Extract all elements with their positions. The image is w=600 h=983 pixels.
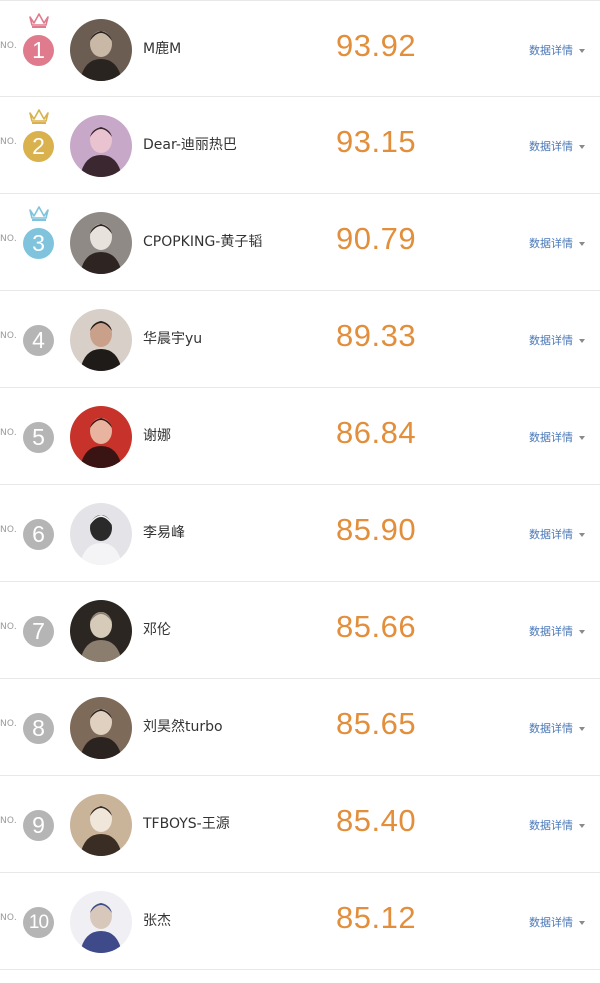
data-detail-label: 数据详情 <box>529 44 573 57</box>
caret-down-icon <box>579 727 585 731</box>
rank-prefix-label: NO. <box>0 428 17 438</box>
data-detail-label: 数据详情 <box>529 528 573 541</box>
caret-down-icon <box>579 436 585 440</box>
user-name[interactable]: 华晨宇yu <box>143 328 202 348</box>
rank-prefix-label: NO. <box>0 137 17 147</box>
caret-down-icon <box>579 630 585 634</box>
user-name[interactable]: 谢娜 <box>143 425 171 445</box>
data-detail-button[interactable]: 数据详情 <box>529 817 585 833</box>
data-detail-button[interactable]: 数据详情 <box>529 526 585 542</box>
ranking-row: NO. 5 谢娜 86.84 数据详情 <box>0 388 600 485</box>
avatar[interactable] <box>70 309 132 371</box>
ranking-row: NO. 3 CPOPKING-黄子韬 90.79 数据详情 <box>0 194 600 291</box>
rank-badge: 10 <box>23 907 54 938</box>
score-value: 85.66 <box>336 609 417 644</box>
rank-prefix-label: NO. <box>0 41 17 51</box>
user-name[interactable]: 刘昊然turbo <box>143 716 223 736</box>
ranking-list: NO. 1 M鹿M 93.92 数据详情 NO. 2 Dear-迪丽热巴 93.15 数据详情 NO… <box>0 0 600 970</box>
data-detail-label: 数据详情 <box>529 334 573 347</box>
rank-prefix-label: NO. <box>0 816 17 826</box>
score-value: 89.33 <box>336 318 417 353</box>
avatar[interactable] <box>70 19 132 81</box>
data-detail-label: 数据详情 <box>529 819 573 832</box>
ranking-row: NO. 4 华晨宇yu 89.33 数据详情 <box>0 291 600 388</box>
caret-down-icon <box>579 145 585 149</box>
data-detail-button[interactable]: 数据详情 <box>529 623 585 639</box>
avatar[interactable] <box>70 794 132 856</box>
data-detail-label: 数据详情 <box>529 916 573 929</box>
score-value: 93.92 <box>336 28 417 63</box>
user-name[interactable]: 李易峰 <box>143 522 185 542</box>
user-name[interactable]: CPOPKING-黄子韬 <box>143 231 262 251</box>
score-value: 85.65 <box>336 706 417 741</box>
rank-badge: 9 <box>23 810 54 841</box>
score-value: 85.12 <box>336 900 417 935</box>
data-detail-label: 数据详情 <box>529 140 573 153</box>
rank-badge: 8 <box>23 713 54 744</box>
rank-prefix-label: NO. <box>0 622 17 632</box>
caret-down-icon <box>579 533 585 537</box>
ranking-row: NO. 8 刘昊然turbo 85.65 数据详情 <box>0 679 600 776</box>
rank-prefix-label: NO. <box>0 525 17 535</box>
user-name[interactable]: 邓伦 <box>143 619 171 639</box>
ranking-row: NO. 6 李易峰 85.90 数据详情 <box>0 485 600 582</box>
avatar[interactable] <box>70 600 132 662</box>
data-detail-button[interactable]: 数据详情 <box>529 429 585 445</box>
ranking-row: NO. 9 TFBOYS-王源 85.40 数据详情 <box>0 776 600 873</box>
ranking-row: NO. 1 M鹿M 93.92 数据详情 <box>0 0 600 97</box>
data-detail-label: 数据详情 <box>529 237 573 250</box>
avatar[interactable] <box>70 212 132 274</box>
avatar[interactable] <box>70 891 132 953</box>
caret-down-icon <box>579 49 585 53</box>
user-name[interactable]: Dear-迪丽热巴 <box>143 134 237 154</box>
data-detail-button[interactable]: 数据详情 <box>529 235 585 251</box>
avatar[interactable] <box>70 697 132 759</box>
ranking-row: NO. 7 邓伦 85.66 数据详情 <box>0 582 600 679</box>
crown-icon <box>29 206 49 221</box>
rank-prefix-label: NO. <box>0 234 17 244</box>
caret-down-icon <box>579 339 585 343</box>
rank-badge: 6 <box>23 519 54 550</box>
score-value: 85.40 <box>336 803 417 838</box>
data-detail-button[interactable]: 数据详情 <box>529 914 585 930</box>
score-value: 85.90 <box>336 512 417 547</box>
avatar[interactable] <box>70 115 132 177</box>
rank-badge: 5 <box>23 422 54 453</box>
caret-down-icon <box>579 921 585 925</box>
data-detail-button[interactable]: 数据详情 <box>529 720 585 736</box>
data-detail-button[interactable]: 数据详情 <box>529 138 585 154</box>
ranking-row: NO. 10 张杰 85.12 数据详情 <box>0 873 600 970</box>
rank-badge: 3 <box>23 228 54 259</box>
ranking-row: NO. 2 Dear-迪丽热巴 93.15 数据详情 <box>0 97 600 194</box>
rank-prefix-label: NO. <box>0 331 17 341</box>
caret-down-icon <box>579 242 585 246</box>
user-name[interactable]: TFBOYS-王源 <box>143 813 230 833</box>
rank-badge: 1 <box>23 35 54 66</box>
rank-prefix-label: NO. <box>0 719 17 729</box>
data-detail-button[interactable]: 数据详情 <box>529 332 585 348</box>
data-detail-label: 数据详情 <box>529 625 573 638</box>
data-detail-label: 数据详情 <box>529 722 573 735</box>
crown-icon <box>29 13 49 28</box>
rank-badge: 7 <box>23 616 54 647</box>
crown-icon <box>29 109 49 124</box>
rank-badge: 2 <box>23 131 54 162</box>
user-name[interactable]: M鹿M <box>143 38 181 58</box>
data-detail-button[interactable]: 数据详情 <box>529 42 585 58</box>
rank-badge: 4 <box>23 325 54 356</box>
data-detail-label: 数据详情 <box>529 431 573 444</box>
score-value: 86.84 <box>336 415 417 450</box>
avatar[interactable] <box>70 503 132 565</box>
avatar[interactable] <box>70 406 132 468</box>
rank-prefix-label: NO. <box>0 913 17 923</box>
user-name[interactable]: 张杰 <box>143 910 171 930</box>
score-value: 93.15 <box>336 124 417 159</box>
caret-down-icon <box>579 824 585 828</box>
score-value: 90.79 <box>336 221 417 256</box>
